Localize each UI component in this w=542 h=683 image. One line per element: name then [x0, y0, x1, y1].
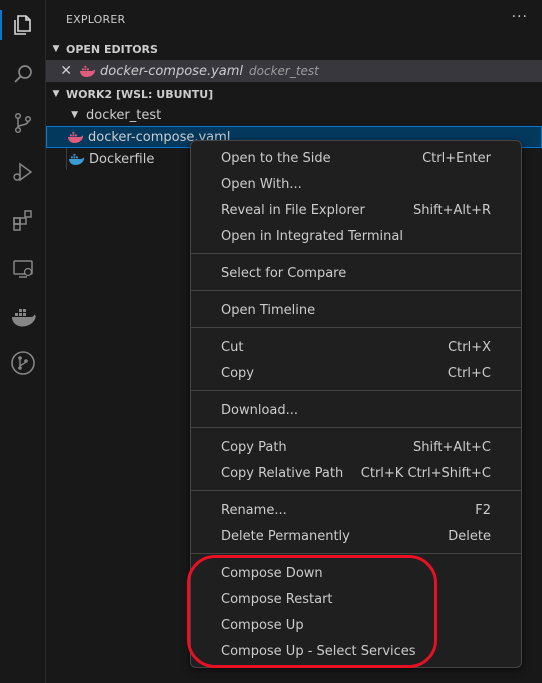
chevron-down-icon: ▼	[71, 110, 78, 120]
open-editors-label: OPEN EDITORS	[66, 42, 158, 56]
menu-separator	[191, 327, 521, 328]
menu-label: Compose Down	[221, 565, 323, 581]
open-editor-item[interactable]: ✕ docker-compose.yaml docker_test	[46, 60, 542, 82]
menu-label: Copy Path	[221, 439, 287, 455]
menu-shortcut: Ctrl+C	[447, 365, 491, 381]
menu-label: Rename...	[221, 502, 287, 518]
menu-reveal-in-explorer[interactable]: Reveal in File Explorer Shift+Alt+R	[195, 197, 517, 223]
menu-open-to-side[interactable]: Open to the Side Ctrl+Enter	[195, 145, 517, 171]
menu-copy[interactable]: Copy Ctrl+C	[195, 360, 517, 386]
menu-label: Open With...	[221, 176, 302, 192]
menu-shortcut: Shift+Alt+C	[412, 439, 491, 455]
menu-separator	[191, 290, 521, 291]
remote-explorer-icon[interactable]	[8, 254, 38, 284]
menu-shortcut: Shift+Alt+R	[413, 202, 491, 218]
menu-shortcut: Ctrl+K Ctrl+Shift+C	[360, 465, 491, 481]
menu-open-with[interactable]: Open With...	[195, 171, 517, 197]
source-control-icon[interactable]	[8, 108, 38, 138]
menu-label: Reveal in File Explorer	[221, 202, 365, 218]
menu-label: Compose Up - Select Services	[221, 643, 416, 659]
chevron-down-icon: ▼	[52, 89, 60, 99]
menu-label: Compose Restart	[221, 591, 333, 607]
menu-label: Download...	[221, 402, 299, 418]
git-graph-icon[interactable]	[8, 348, 38, 378]
menu-open-timeline[interactable]: Open Timeline	[195, 297, 517, 323]
menu-shortcut: Ctrl+Enter	[422, 150, 491, 166]
menu-delete-permanently[interactable]: Delete Permanently Delete	[195, 523, 517, 549]
menu-copy-relative-path[interactable]: Copy Relative Path Ctrl+K Ctrl+Shift+C	[195, 460, 517, 486]
menu-select-for-compare[interactable]: Select for Compare	[195, 260, 517, 286]
menu-shortcut: F2	[475, 502, 491, 518]
menu-shortcut: Ctrl+X	[448, 339, 491, 355]
explorer-title: EXPLORER	[66, 13, 126, 26]
menu-separator	[191, 253, 521, 254]
menu-label: Compose Up	[221, 617, 304, 633]
menu-compose-restart[interactable]: Compose Restart	[195, 586, 517, 612]
menu-separator	[191, 427, 521, 428]
menu-open-in-terminal[interactable]: Open in Integrated Terminal	[195, 223, 517, 249]
folder-label: docker_test	[86, 107, 162, 123]
menu-compose-up-select-services[interactable]: Compose Up - Select Services	[195, 638, 517, 664]
menu-label: Open to the Side	[221, 150, 331, 166]
menu-rename[interactable]: Rename... F2	[195, 497, 517, 523]
menu-label: Delete Permanently	[221, 528, 350, 544]
menu-label: Copy Relative Path	[221, 465, 344, 481]
menu-cut[interactable]: Cut Ctrl+X	[195, 334, 517, 360]
open-editor-filename: docker-compose.yaml	[100, 63, 244, 79]
menu-shortcut: Delete	[448, 528, 491, 544]
more-actions-button[interactable]: ···	[512, 9, 528, 25]
menu-separator	[191, 553, 521, 554]
close-icon[interactable]: ✕	[46, 63, 72, 79]
menu-label: Copy	[221, 365, 254, 381]
activity-bar	[0, 0, 46, 683]
open-editor-folder: docker_test	[249, 64, 319, 78]
docker-icon[interactable]	[8, 302, 38, 332]
file-label: Dockerfile	[89, 151, 155, 167]
menu-compose-down[interactable]: Compose Down	[195, 560, 517, 586]
menu-compose-up[interactable]: Compose Up	[195, 612, 517, 638]
workspace-header[interactable]: ▼ WORK2 [WSL: UBUNTU]	[46, 83, 542, 105]
files-icon[interactable]	[0, 10, 38, 40]
dockerfile-icon	[67, 152, 85, 166]
context-menu: Open to the Side Ctrl+Enter Open With... …	[190, 140, 522, 668]
menu-label: Open Timeline	[221, 302, 316, 318]
menu-download[interactable]: Download...	[195, 397, 517, 423]
workspace-label: WORK2 [WSL: UBUNTU]	[66, 87, 214, 101]
menu-separator	[191, 490, 521, 491]
search-icon[interactable]	[8, 59, 38, 89]
chevron-down-icon: ▼	[52, 44, 60, 54]
extensions-icon[interactable]	[8, 205, 38, 235]
folder-docker-test[interactable]: ▼ docker_test	[46, 104, 542, 126]
menu-label: Cut	[221, 339, 244, 355]
open-editors-header[interactable]: ▼ OPEN EDITORS	[46, 38, 542, 60]
docker-compose-file-icon	[78, 64, 96, 78]
run-debug-icon[interactable]	[8, 157, 38, 187]
docker-compose-file-icon	[66, 130, 84, 144]
menu-copy-path[interactable]: Copy Path Shift+Alt+C	[195, 434, 517, 460]
menu-separator	[191, 390, 521, 391]
menu-label: Select for Compare	[221, 265, 347, 281]
menu-label: Open in Integrated Terminal	[221, 228, 403, 244]
